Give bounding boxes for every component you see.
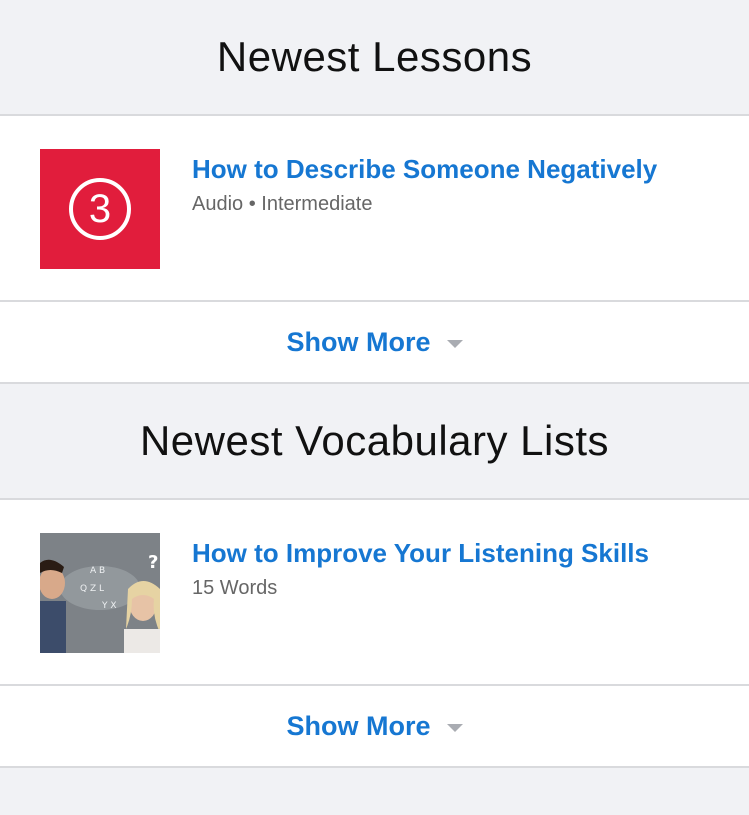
lessons-section: Newest Lessons 3 How to Describe Someone… xyxy=(0,0,749,384)
chevron-down-icon xyxy=(446,340,463,348)
level-three-badge-icon: 3 xyxy=(69,178,131,240)
vocabulary-show-more-button[interactable]: Show More xyxy=(0,686,749,768)
lesson-title-link[interactable]: How to Describe Someone Negatively xyxy=(192,151,689,187)
vocabulary-word-count: 15 Words xyxy=(192,577,278,599)
vocabulary-item-text: How to Improve Your Listening Skills 15 … xyxy=(192,535,689,600)
vocabulary-list-item[interactable]: A B Q Z L Y X ? How to Improve Your List… xyxy=(0,500,749,686)
lesson-meta: Audio • Intermediate xyxy=(192,193,373,215)
lesson-thumbnail[interactable]: 3 xyxy=(40,149,160,269)
vocabulary-section-header: Newest Vocabulary Lists xyxy=(0,384,749,500)
vocabulary-title-link[interactable]: How to Improve Your Listening Skills xyxy=(192,535,689,571)
show-more-label: Show More xyxy=(286,710,431,741)
listening-photo-icon: A B Q Z L Y X ? xyxy=(40,533,160,653)
lessons-section-header: Newest Lessons xyxy=(0,0,749,116)
svg-text:A B: A B xyxy=(90,566,105,576)
vocabulary-section: Newest Vocabulary Lists A B Q Z L Y X ? xyxy=(0,384,749,768)
svg-text:?: ? xyxy=(148,552,158,573)
svg-text:Q Z L: Q Z L xyxy=(80,584,104,594)
lessons-section-title: Newest Lessons xyxy=(216,33,533,80)
chevron-down-icon xyxy=(446,724,463,732)
lesson-item-text: How to Describe Someone Negatively Audio… xyxy=(192,151,689,216)
vocabulary-section-title: Newest Vocabulary Lists xyxy=(139,417,610,464)
show-more-label: Show More xyxy=(286,326,431,357)
lesson-list-item[interactable]: 3 How to Describe Someone Negatively Aud… xyxy=(0,116,749,302)
svg-text:Y X: Y X xyxy=(101,601,117,611)
lessons-show-more-button[interactable]: Show More xyxy=(0,302,749,384)
vocabulary-thumbnail[interactable]: A B Q Z L Y X ? xyxy=(40,533,160,653)
